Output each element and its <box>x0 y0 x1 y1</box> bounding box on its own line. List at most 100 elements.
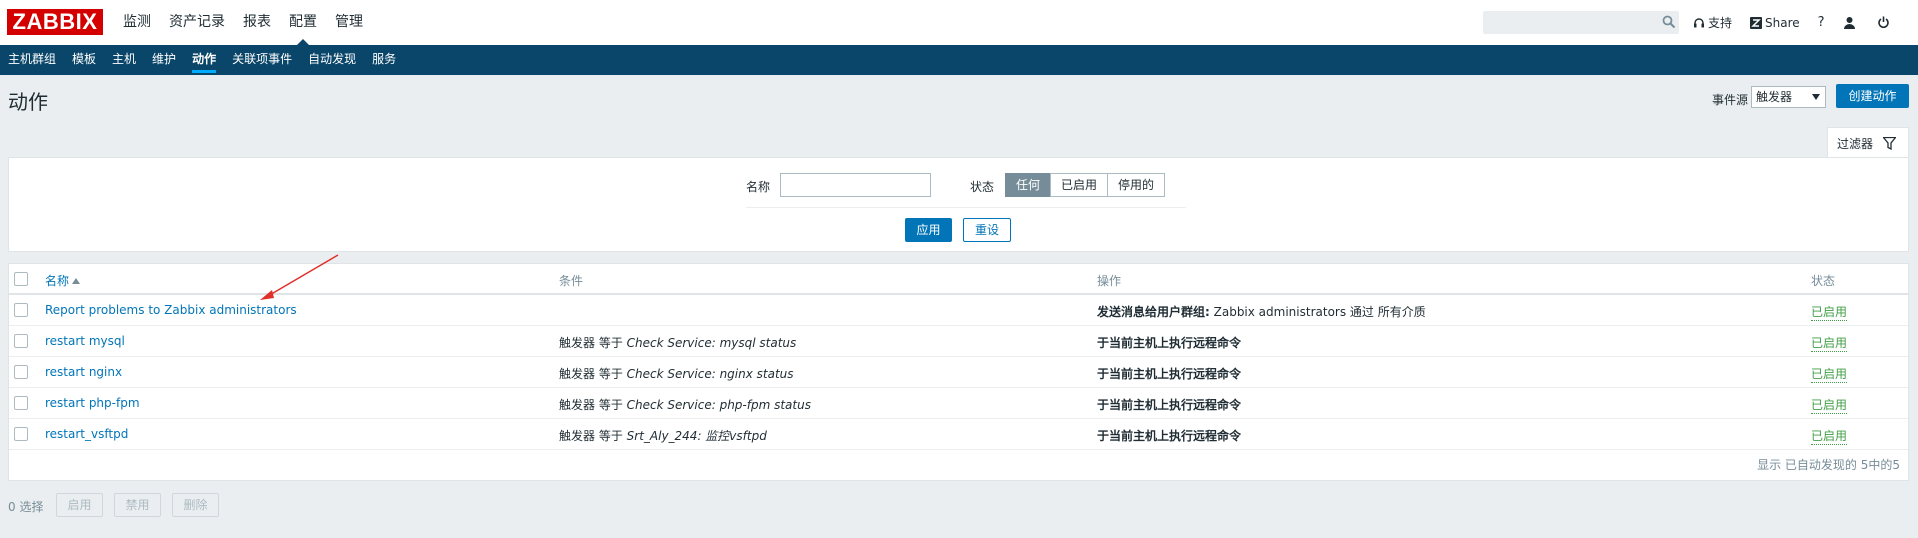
table-row: restart nginx 触发器 等于 Check Service: ngin… <box>9 357 1908 388</box>
submenu-item-services[interactable]: 服务 <box>364 45 404 75</box>
select-all-checkbox[interactable] <box>14 272 28 286</box>
condition-value: Check Service: mysql status <box>626 336 797 350</box>
filter-name-input[interactable] <box>780 173 931 197</box>
action-name-link[interactable]: restart php-fpm <box>45 396 140 410</box>
status-toggle[interactable]: 已启用 <box>1811 427 1848 445</box>
filter-name-label: 名称 <box>746 180 771 194</box>
operation-type: 发送消息给用户群组: <box>1097 305 1210 319</box>
action-conditions: 触发器 等于 Check Service: nginx status <box>559 365 794 382</box>
status-option-enabled[interactable]: 已启用 <box>1050 173 1109 197</box>
operation-type: 于当前主机上执行远程命令 <box>1097 336 1242 350</box>
create-action-button[interactable]: 创建动作 <box>1836 84 1909 108</box>
sort-asc-icon <box>72 278 81 284</box>
power-icon <box>1877 16 1889 28</box>
condition-prefix: 触发器 等于 <box>559 367 627 381</box>
main-menu-item-reports[interactable]: 报表 <box>234 0 280 45</box>
header-conditions: 条件 <box>559 274 584 288</box>
share-link[interactable]: Share <box>1750 16 1800 30</box>
zabbix-logo[interactable]: ZABBIX <box>7 9 103 35</box>
filter-panel <box>8 157 1909 252</box>
action-name-link[interactable]: restart_vsftpd <box>45 427 128 441</box>
table-row: restart mysql 触发器 等于 Check Service: mysq… <box>9 326 1908 357</box>
action-conditions: 触发器 等于 Check Service: mysql status <box>559 334 796 351</box>
condition-prefix: 触发器 等于 <box>559 429 627 443</box>
row-checkbox[interactable] <box>14 334 28 348</box>
operation-detail: Zabbix administrators 通过 所有介质 <box>1209 305 1426 319</box>
help-link[interactable]: ? <box>1818 15 1825 30</box>
main-menu-item-monitoring[interactable]: 监测 <box>114 0 160 45</box>
page-title: 动作 <box>8 90 48 114</box>
user-profile-link[interactable] <box>1843 16 1859 29</box>
action-operations: 于当前主机上执行远程命令 <box>1097 334 1241 351</box>
submenu-item-event-correlation[interactable]: 关联项事件 <box>224 45 300 75</box>
delete-selected-button[interactable]: 删除 <box>172 493 219 517</box>
search-input[interactable] <box>1483 11 1679 34</box>
search-icon[interactable] <box>1662 15 1676 29</box>
row-checkbox[interactable] <box>14 396 28 410</box>
status-toggle[interactable]: 已启用 <box>1811 334 1848 352</box>
header-name[interactable]: 名称 <box>45 272 81 289</box>
main-menu-item-configuration[interactable]: 配置 <box>280 0 326 46</box>
dropdown-arrow-icon <box>1812 94 1820 100</box>
share-label: Share <box>1765 15 1800 30</box>
status-toggle[interactable]: 已启用 <box>1811 303 1848 321</box>
main-menu-item-inventory[interactable]: 资产记录 <box>160 0 234 45</box>
submenu-item-host-groups[interactable]: 主机群组 <box>0 45 64 75</box>
submenu-item-templates[interactable]: 模板 <box>64 45 104 75</box>
action-operations: 于当前主机上执行远程命令 <box>1097 427 1241 444</box>
action-conditions: 触发器 等于 Srt_Aly_244: 监控vsftpd <box>559 427 767 444</box>
filter-icon <box>1883 136 1897 150</box>
action-operations: 发送消息给用户群组: Zabbix administrators 通过 所有介质 <box>1097 303 1426 320</box>
condition-value: Check Service: nginx status <box>626 367 794 381</box>
apply-button[interactable]: 应用 <box>905 218 952 242</box>
filter-tab[interactable]: 过滤器 <box>1827 127 1909 158</box>
disable-selected-button[interactable]: 禁用 <box>114 493 161 517</box>
support-link[interactable]: 支持 <box>1693 14 1732 31</box>
operation-type: 于当前主机上执行远程命令 <box>1097 367 1242 381</box>
condition-prefix: 触发器 等于 <box>559 398 627 412</box>
row-checkbox[interactable] <box>14 427 28 441</box>
event-source-value: 触发器 <box>1756 90 1793 104</box>
status-toggle[interactable]: 已启用 <box>1811 365 1848 383</box>
headset-icon <box>1694 17 1704 27</box>
annotation-arrow-icon <box>260 254 339 300</box>
main-menu: 监测 资产记录 报表 配置 管理 <box>114 0 372 46</box>
sub-menu: 主机群组 模板 主机 维护 动作 关联项事件 自动发现 服务 <box>0 45 1918 75</box>
operation-type: 于当前主机上执行远程命令 <box>1097 429 1242 443</box>
status-toggle[interactable]: 已启用 <box>1811 396 1848 414</box>
table-row: restart_vsftpd 触发器 等于 Srt_Aly_244: 监控vsf… <box>9 419 1908 450</box>
reset-button[interactable]: 重设 <box>963 218 1011 242</box>
action-conditions: 触发器 等于 Check Service: php-fpm status <box>559 396 811 413</box>
action-name-link[interactable]: restart mysql <box>45 334 125 348</box>
submenu-item-discovery[interactable]: 自动发现 <box>300 45 364 75</box>
row-checkbox[interactable] <box>14 303 28 317</box>
support-label: 支持 <box>1708 16 1733 30</box>
filter-status-radio-group: 任何 已启用 停用的 <box>1005 173 1166 197</box>
submenu-item-maintenance[interactable]: 维护 <box>144 45 184 75</box>
event-source-select[interactable]: 触发器 <box>1751 86 1826 108</box>
status-option-any[interactable]: 任何 <box>1005 173 1052 197</box>
sign-out-link[interactable] <box>1877 16 1893 29</box>
top-bar: ZABBIX 监测 资产记录 报表 配置 管理 支持 Share ? <box>0 0 1918 46</box>
header-name-label: 名称 <box>45 274 70 288</box>
table-footer-count: 显示 已自动发现的 5中的5 <box>1757 458 1900 472</box>
status-option-disabled[interactable]: 停用的 <box>1107 173 1166 197</box>
help-icon: ? <box>1817 15 1825 30</box>
operation-type: 于当前主机上执行远程命令 <box>1097 398 1242 412</box>
action-operations: 于当前主机上执行远程命令 <box>1097 396 1241 413</box>
action-name-link[interactable]: restart nginx <box>45 365 122 379</box>
selected-count: 0 选择 <box>8 500 44 514</box>
main-menu-item-administration[interactable]: 管理 <box>326 0 372 45</box>
condition-value: Srt_Aly_244: 监控vsftpd <box>626 429 767 443</box>
user-icon <box>1843 17 1855 29</box>
table-row: restart php-fpm 触发器 等于 Check Service: ph… <box>9 388 1908 419</box>
filter-status-label: 状态 <box>970 180 995 194</box>
condition-value: Check Service: php-fpm status <box>626 398 811 412</box>
submenu-item-hosts[interactable]: 主机 <box>104 45 144 75</box>
row-checkbox[interactable] <box>14 365 28 379</box>
action-operations: 于当前主机上执行远程命令 <box>1097 365 1241 382</box>
submenu-item-actions[interactable]: 动作 <box>184 45 224 75</box>
filter-tab-label: 过滤器 <box>1837 136 1874 151</box>
enable-selected-button[interactable]: 启用 <box>56 493 103 517</box>
event-source-label: 事件源 <box>1712 93 1749 107</box>
